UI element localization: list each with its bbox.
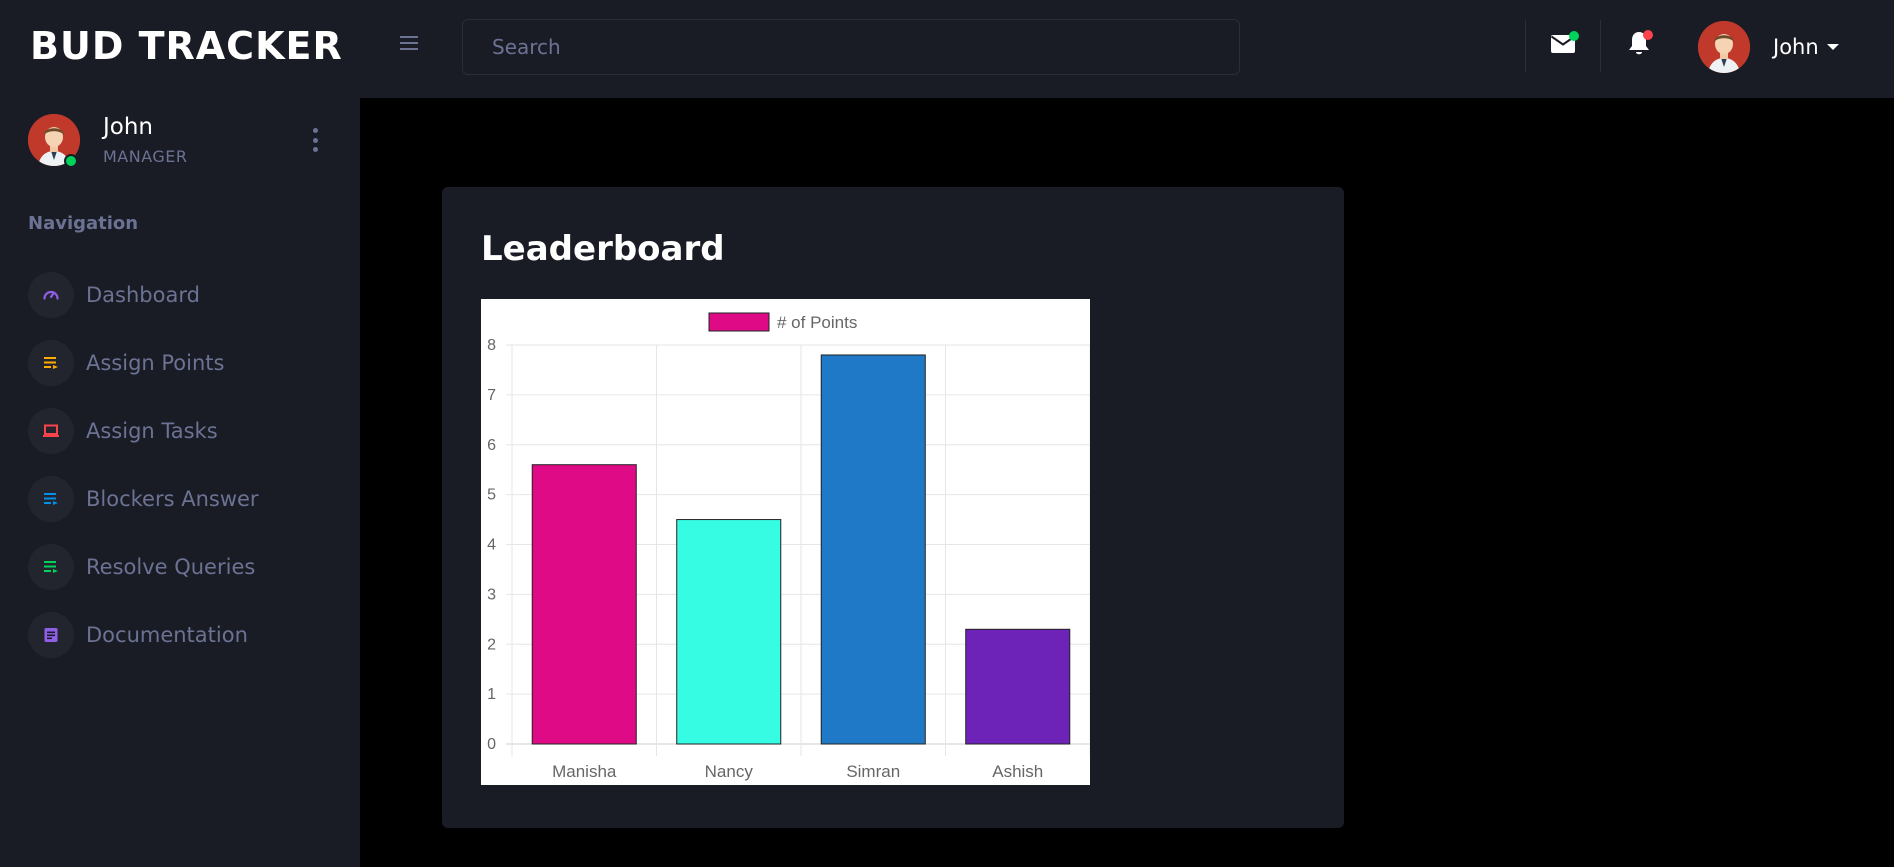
legend-swatch[interactable] (708, 312, 770, 332)
playlist-play-icon (28, 340, 74, 386)
leaderboard-chart: 0 1 2 3 4 5 6 7 8 Manisha Nancy Simran Ashish # of Po… (481, 299, 1090, 785)
profile-name: John (103, 114, 154, 140)
playlist-play-icon (28, 544, 74, 590)
laptop-icon (28, 408, 74, 454)
file-document-icon (28, 612, 74, 658)
menu-toggle-icon[interactable] (400, 36, 418, 50)
app-root: BUD TRACKER John MANAGER Navigation Dash… (0, 0, 1894, 867)
sidebar-item-assign-tasks[interactable]: Assign Tasks (28, 408, 338, 476)
sidebar-nav: Dashboard Assign Points Assign Tasks Blo… (28, 272, 338, 680)
sidebar-item-label: Dashboard (86, 283, 200, 307)
sidebar-item-label: Blockers Answer (86, 487, 259, 511)
y-tick-label: 5 (487, 487, 496, 504)
mail-button[interactable] (1548, 28, 1579, 58)
profile-options-icon[interactable] (310, 128, 320, 152)
avatar (1698, 21, 1750, 73)
x-tick-label: Simran (846, 762, 900, 781)
sidebar-item-resolve-queries[interactable]: Resolve Queries (28, 544, 338, 612)
y-tick-label: 7 (487, 387, 496, 404)
mail-badge (1569, 31, 1579, 41)
search-input[interactable] (462, 19, 1240, 75)
speedometer-icon (28, 272, 74, 318)
sidebar-item-blockers-answer[interactable]: Blockers Answer (28, 476, 338, 544)
bar-simran[interactable] (820, 354, 926, 745)
navbar-divider (1600, 20, 1601, 72)
sidebar-item-label: Documentation (86, 623, 248, 647)
y-tick-label: 1 (487, 686, 496, 703)
notifications-button[interactable] (1624, 28, 1654, 58)
profile-role: MANAGER (103, 147, 188, 166)
bar-nancy[interactable] (676, 519, 782, 745)
avatar-image (1698, 21, 1750, 73)
user-dropdown[interactable]: John (1698, 20, 1839, 74)
bar-chart: 0 1 2 3 4 5 6 7 8 Manisha Nancy Simran Ashish # of Po… (487, 312, 1090, 781)
y-tick-label: 0 (487, 736, 496, 753)
y-tick-label: 2 (487, 636, 496, 653)
y-tick-label: 3 (487, 586, 496, 603)
sidebar-profile: John MANAGER (28, 114, 338, 174)
sidebar-item-label: Resolve Queries (86, 555, 256, 579)
sidebar-item-label: Assign Points (86, 351, 225, 375)
chevron-down-icon (1826, 44, 1839, 50)
nav-heading: Navigation (28, 213, 139, 234)
sidebar-item-documentation[interactable]: Documentation (28, 612, 338, 680)
y-tick-label: 8 (487, 337, 496, 354)
online-status-dot (64, 154, 78, 168)
navbar-user-name: John (1773, 35, 1819, 59)
card-title: Leaderboard (481, 229, 725, 269)
sidebar-item-dashboard[interactable]: Dashboard (28, 272, 338, 340)
x-tick-label: Manisha (552, 762, 617, 781)
x-tick-label: Nancy (705, 762, 754, 781)
bar-manisha[interactable] (531, 464, 637, 745)
navbar-divider (1525, 20, 1526, 72)
sidebar-item-label: Assign Tasks (86, 419, 218, 443)
sidebar-item-assign-points[interactable]: Assign Points (28, 340, 338, 408)
bar-ashish[interactable] (965, 628, 1071, 745)
brand-logo[interactable]: BUD TRACKER (30, 24, 343, 68)
notification-badge (1643, 30, 1653, 40)
top-navbar: John (360, 0, 1894, 98)
playlist-play-icon (28, 476, 74, 522)
sidebar: BUD TRACKER John MANAGER Navigation Dash… (0, 0, 360, 867)
legend-label[interactable]: # of Points (777, 313, 857, 332)
y-tick-label: 6 (487, 437, 496, 454)
x-tick-label: Ashish (992, 762, 1043, 781)
leaderboard-card: Leaderboard 0 1 2 3 4 5 6 7 8 Manisha Nancy Simran A… (442, 187, 1344, 828)
y-tick-label: 4 (487, 537, 496, 554)
